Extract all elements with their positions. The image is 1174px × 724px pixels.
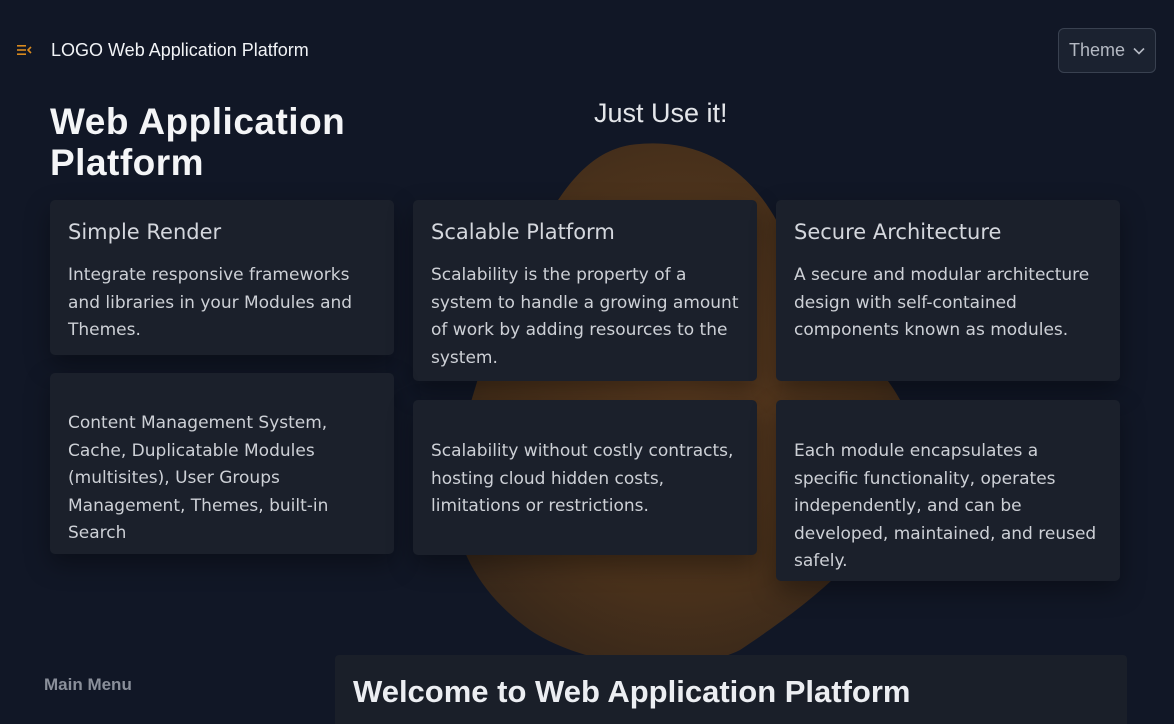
card-text: Scalability without costly contracts, ho… xyxy=(431,441,734,516)
card-title: Simple Render xyxy=(68,220,222,244)
welcome-panel: Welcome to Web Application Platform xyxy=(335,655,1127,724)
main-menu-heading: Main Menu xyxy=(44,675,132,694)
hero-tagline: Just Use it! xyxy=(594,98,728,128)
card-text: Content Management System, Cache, Duplic… xyxy=(68,413,329,543)
feature-card-simple-render: Simple Render Integrate responsive frame… xyxy=(50,200,394,355)
card-text: A secure and modular architecture design… xyxy=(794,265,1090,340)
feature-card-scalable-platform: Scalable Platform Scalability is the pro… xyxy=(413,200,757,381)
feature-card-scalability-details: Scalability without costly contracts, ho… xyxy=(413,400,757,555)
menu-toggle-button[interactable] xyxy=(12,38,36,62)
theme-label: Theme xyxy=(1068,40,1126,60)
card-text: Integrate responsive frameworks and libr… xyxy=(68,265,353,340)
theme-dropdown-button[interactable]: Theme xyxy=(1058,28,1156,73)
page: LOGO Web Application Platform Theme Web … xyxy=(0,0,1174,724)
brand-link[interactable]: LOGO Web Application Platform xyxy=(51,38,309,62)
feature-card-secure-architecture: Secure Architecture A secure and modular… xyxy=(776,200,1120,381)
chevron-down-icon xyxy=(1133,47,1145,55)
hero-title: Web Application Platform xyxy=(50,101,346,183)
menu-collapse-icon xyxy=(17,45,32,55)
card-title: Scalable Platform xyxy=(431,220,615,244)
card-text: Each module encapsulates a specific func… xyxy=(794,441,1097,571)
feature-card-cms-details: Content Management System, Cache, Duplic… xyxy=(50,373,394,554)
feature-card-module-details: Each module encapsulates a specific func… xyxy=(776,400,1120,581)
card-title: Secure Architecture xyxy=(794,220,1002,244)
card-text: Scalability is the property of a system … xyxy=(431,265,739,368)
welcome-title: Welcome to Web Application Platform xyxy=(353,674,911,709)
